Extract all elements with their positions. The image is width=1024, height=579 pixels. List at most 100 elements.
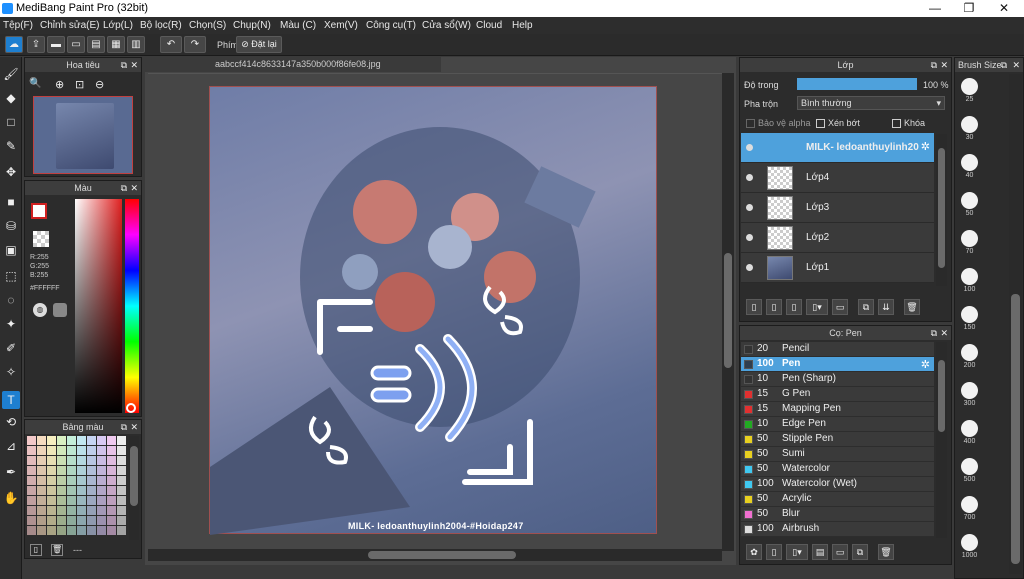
palette-swatch[interactable] — [87, 436, 96, 445]
visibility-icon[interactable] — [746, 204, 753, 211]
palette-swatch[interactable] — [97, 516, 106, 525]
palette-swatch[interactable] — [107, 486, 116, 495]
palette-swatch[interactable] — [107, 526, 116, 535]
lock-checkbox[interactable] — [892, 119, 901, 128]
palette-swatch[interactable] — [77, 436, 86, 445]
rectangle-tool-icon[interactable]: □ — [2, 113, 20, 131]
hue-slider-handle[interactable] — [126, 403, 136, 413]
float-icon[interactable]: ⧉ — [931, 58, 937, 72]
menu-edit[interactable]: Chỉnh sửa(E) — [40, 20, 100, 31]
palette-swatch[interactable] — [117, 516, 126, 525]
palette-swatch[interactable] — [37, 466, 46, 475]
layer-row[interactable]: Lớp3 — [741, 193, 934, 223]
brush-size-option[interactable]: 30 — [956, 114, 983, 147]
brush-row[interactable]: 50 Sumi — [741, 447, 934, 462]
palette-swatch[interactable] — [77, 476, 86, 485]
add-brush-icon[interactable]: ✿ — [746, 544, 762, 560]
select-pen-icon[interactable]: ✐ — [2, 339, 20, 357]
palette-swatch[interactable] — [97, 486, 106, 495]
palette-swatch[interactable] — [47, 506, 56, 515]
brush-size-option[interactable]: 100 — [956, 266, 983, 299]
palette-swatch[interactable] — [57, 516, 66, 525]
menu-file[interactable]: Tệp(F) — [3, 20, 33, 31]
close-icon[interactable]: ✕ — [940, 58, 948, 72]
brush-row[interactable]: 100 Airbrush — [741, 522, 934, 537]
palette-swatch[interactable] — [67, 516, 76, 525]
layer-row[interactable]: Lớp2 — [741, 223, 934, 253]
visibility-icon[interactable] — [746, 174, 753, 181]
palette-swatch[interactable] — [97, 436, 106, 445]
palette-swatch[interactable] — [77, 486, 86, 495]
folder-icon[interactable]: ▭ — [832, 299, 848, 315]
brush-row[interactable]: 15 G Pen — [741, 387, 934, 402]
palette-swatch[interactable] — [117, 436, 126, 445]
palette-swatch[interactable] — [77, 466, 86, 475]
menu-view[interactable]: Xem(V) — [324, 20, 358, 31]
palette-swatch[interactable] — [67, 446, 76, 455]
palette-swatch[interactable] — [77, 456, 86, 465]
palette-swatch[interactable] — [37, 476, 46, 485]
palette-swatch[interactable] — [57, 496, 66, 505]
palette-swatch[interactable] — [27, 436, 36, 445]
palette-swatch[interactable] — [97, 466, 106, 475]
redo-icon[interactable]: ↷ — [184, 36, 206, 53]
delete-brush-icon[interactable]: 🗑 — [878, 544, 894, 560]
palette-swatch[interactable] — [117, 526, 126, 535]
brush-row[interactable]: 100 Pen ✲ — [741, 357, 934, 372]
select-eraser-icon[interactable]: ✧ — [2, 363, 20, 381]
new-layer-icon[interactable]: ▯ — [746, 299, 762, 315]
brush-duplicate-icon[interactable]: ⧉ — [852, 544, 868, 560]
palette-swatch[interactable] — [47, 486, 56, 495]
palette-swatch[interactable] — [47, 456, 56, 465]
palette-swatch[interactable] — [67, 466, 76, 475]
palette-swatch[interactable] — [47, 446, 56, 455]
menu-window[interactable]: Cửa sổ(W) — [422, 20, 471, 31]
magic-wand-icon[interactable]: ✦ — [2, 315, 20, 333]
palette-icon[interactable]: ◍ — [33, 303, 47, 317]
brush-row[interactable]: 50 Watercolor — [741, 462, 934, 477]
palette-swatch[interactable] — [57, 446, 66, 455]
palette-swatch[interactable] — [87, 486, 96, 495]
opacity-slider[interactable] — [797, 78, 917, 90]
palette-grid[interactable] — [27, 436, 126, 540]
palette-swatch[interactable] — [77, 446, 86, 455]
color-saturation-field[interactable] — [75, 199, 122, 413]
palette-swatch[interactable] — [97, 526, 106, 535]
grid-icon[interactable]: ▦ — [107, 36, 125, 53]
layer-row[interactable]: MILK- ledoanthuylinh20 ✲ — [741, 133, 934, 163]
eyedropper-icon[interactable]: ✒ — [2, 463, 20, 481]
menu-layer[interactable]: Lớp(L) — [103, 20, 133, 31]
palette-swatch[interactable] — [87, 446, 96, 455]
select-rect-icon[interactable]: ⬚ — [2, 267, 20, 285]
layer-row[interactable]: Lớp4 — [741, 163, 934, 193]
palette-swatch[interactable] — [77, 526, 86, 535]
palette-swatch[interactable] — [67, 476, 76, 485]
menu-color[interactable]: Màu (C) — [280, 20, 316, 31]
zoom-in-icon[interactable]: ⊕ — [55, 78, 69, 92]
palette-swatch[interactable] — [107, 456, 116, 465]
palette-swatch[interactable] — [57, 526, 66, 535]
palette-swatch[interactable] — [27, 486, 36, 495]
document-icon[interactable]: ▤ — [87, 36, 105, 53]
palette-swatch[interactable] — [97, 446, 106, 455]
palette-swatch[interactable] — [117, 476, 126, 485]
palette-swatch[interactable] — [27, 466, 36, 475]
palette-swatch[interactable] — [57, 466, 66, 475]
palette-swatch[interactable] — [107, 446, 116, 455]
palette-swatch[interactable] — [27, 476, 36, 485]
upload-icon[interactable]: ⇪ — [27, 36, 45, 53]
palette-swatch[interactable] — [47, 526, 56, 535]
palette-swatch[interactable] — [117, 496, 126, 505]
undo-icon[interactable]: ↶ — [160, 36, 182, 53]
layer-scrollbar[interactable] — [936, 134, 947, 286]
palette-swatch[interactable] — [27, 506, 36, 515]
new-palette-icon[interactable]: ▯ — [30, 544, 42, 556]
lasso-icon[interactable]: ◌ — [2, 291, 20, 309]
brush-size-option[interactable]: 300 — [956, 380, 983, 413]
palette-swatch[interactable] — [47, 476, 56, 485]
palette-swatch[interactable] — [67, 526, 76, 535]
palette-swatch[interactable] — [67, 436, 76, 445]
brush-size-option[interactable]: 700 — [956, 494, 983, 527]
palette-swatch[interactable] — [27, 526, 36, 535]
reset-button[interactable]: ⊘ Đặt lại — [236, 36, 282, 53]
